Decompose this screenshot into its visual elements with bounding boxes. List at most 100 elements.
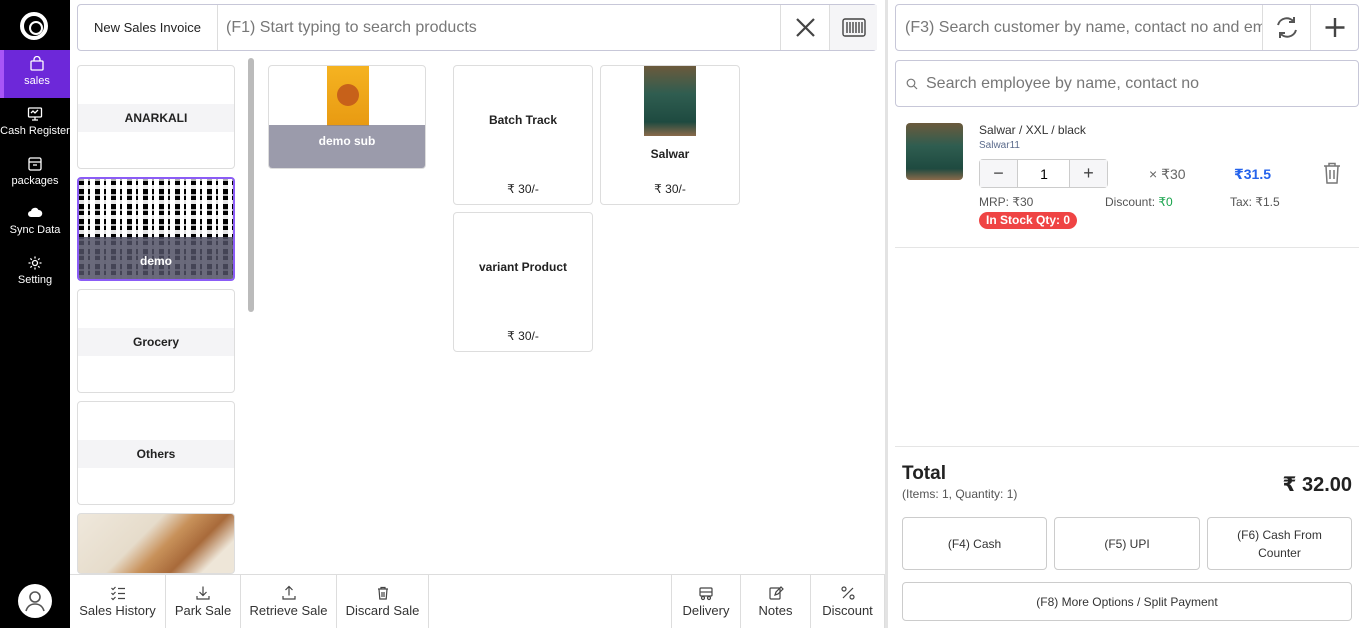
box-icon	[28, 157, 42, 171]
remove-item-button[interactable]	[1322, 161, 1342, 185]
cart-item-name: Salwar / XXL / black	[979, 123, 1086, 137]
product-name: variant Product	[478, 260, 568, 274]
subcategory-label: demo sub	[269, 125, 425, 168]
plus-icon	[1325, 18, 1345, 37]
mrp-value: ₹30	[1012, 195, 1034, 209]
quantity-input[interactable]	[1019, 160, 1069, 187]
customer-search-bar	[895, 4, 1359, 51]
button-label: Sales History	[79, 603, 156, 618]
cash-from-counter-button[interactable]: (F6) Cash From Counter	[1207, 517, 1352, 570]
discount-label: Discount:	[1105, 195, 1156, 209]
add-customer-button[interactable]	[1310, 5, 1358, 50]
category-label: Grocery	[78, 328, 234, 356]
product-price: ₹ 30/-	[507, 329, 539, 343]
sidebar-item-label: Setting	[17, 274, 53, 286]
sidebar-item-cash-register[interactable]: Cash Register	[0, 100, 70, 148]
clear-search-button[interactable]	[780, 5, 829, 50]
customer-search-input[interactable]	[896, 5, 1262, 50]
mrp-row: MRP: ₹30	[979, 195, 1033, 209]
sidebar-item-packages[interactable]: packages	[0, 150, 70, 198]
trash-icon	[1324, 162, 1340, 184]
employee-search-input[interactable]	[926, 61, 1346, 106]
category-card-anarkali[interactable]: ANARKALI	[77, 65, 235, 169]
new-sales-invoice-button[interactable]: New Sales Invoice	[78, 5, 218, 50]
sidebar-item-setting[interactable]: Setting	[0, 249, 70, 297]
refresh-customer-button[interactable]	[1262, 5, 1310, 50]
product-card-variant-product[interactable]: variant Product ₹ 30/-	[453, 212, 593, 352]
product-price: ₹ 30/-	[654, 182, 686, 196]
mrp-label: MRP:	[979, 195, 1009, 209]
download-icon	[196, 586, 210, 600]
category-card-others[interactable]: Others	[77, 401, 235, 505]
sidebar: sales Cash Register packages Sync Data S…	[0, 0, 70, 628]
more-options-split-payment-button[interactable]: (F8) More Options / Split Payment	[902, 582, 1352, 621]
edit-note-icon	[768, 586, 784, 600]
product-card-batch-track[interactable]: Batch Track ₹ 30/-	[453, 65, 593, 205]
sidebar-item-sales[interactable]: sales	[0, 50, 70, 98]
upload-icon	[281, 585, 296, 600]
category-card-grocery[interactable]: Grocery	[77, 289, 235, 393]
product-name: Batch Track	[488, 113, 558, 127]
product-search-input[interactable]	[218, 5, 780, 50]
category-card-rice-image[interactable]	[77, 513, 235, 574]
cart-item-line-total: ₹31.5	[1234, 166, 1271, 182]
gear-icon	[28, 256, 42, 270]
button-label: Discard Sale	[345, 603, 420, 618]
button-label: Park Sale	[174, 603, 232, 618]
delivery-button[interactable]: Delivery	[671, 575, 741, 628]
button-label: Delivery	[682, 603, 730, 618]
product-price: ₹ 30/-	[507, 182, 539, 196]
product-image	[644, 66, 696, 136]
user-avatar[interactable]	[18, 584, 52, 618]
discount-button[interactable]: Discount	[811, 575, 885, 628]
category-scrollbar[interactable]	[248, 58, 254, 312]
tax-row: Tax: ₹1.5	[1230, 195, 1280, 209]
sidebar-item-label: packages	[11, 175, 59, 187]
total-amount: ₹ 32.00	[1282, 474, 1352, 496]
panel-divider[interactable]	[885, 0, 888, 628]
total-label: Total	[902, 463, 946, 484]
sidebar-item-label: Cash Register	[0, 125, 70, 137]
shopping-bag-icon	[30, 56, 44, 71]
product-card-salwar[interactable]: Salwar ₹ 30/-	[600, 65, 740, 205]
category-label: Others	[78, 440, 234, 468]
decrease-quantity-button[interactable]: −	[980, 160, 1018, 187]
subcategory-card-demo-sub[interactable]: demo sub	[268, 65, 426, 169]
category-label: ANARKALI	[78, 104, 234, 132]
retrieve-sale-button[interactable]: Retrieve Sale	[241, 575, 337, 628]
search-icon	[906, 78, 918, 90]
button-label: Retrieve Sale	[249, 603, 328, 618]
barcode-icon	[842, 18, 866, 37]
quantity-stepper: − +	[979, 159, 1108, 188]
close-icon	[796, 18, 815, 37]
product-search-bar: New Sales Invoice	[77, 4, 877, 51]
truck-icon	[699, 587, 713, 601]
barcode-scan-button[interactable]	[829, 5, 877, 50]
discount-row: Discount: ₹0	[1105, 195, 1173, 209]
notes-button[interactable]: Notes	[741, 575, 811, 628]
sidebar-item-label: sales	[24, 75, 50, 87]
cart-item-sku: Salwar11	[979, 140, 1020, 151]
trash-icon	[377, 586, 388, 600]
button-label: Notes	[758, 603, 793, 618]
cart-item-image	[906, 123, 963, 180]
cash-payment-button[interactable]: (F4) Cash	[902, 517, 1047, 570]
increase-quantity-button[interactable]: +	[1069, 160, 1107, 187]
app-logo	[20, 12, 48, 40]
upi-payment-button[interactable]: (F5) UPI	[1054, 517, 1200, 570]
cloud-sync-icon	[28, 207, 43, 217]
sidebar-item-label: Sync Data	[9, 224, 61, 236]
bottom-toolbar: Sales History Park Sale Retrieve Sale Di…	[70, 574, 885, 628]
monitor-icon	[27, 107, 43, 121]
cart-item: Salwar / XXL / black Salwar11 − + × ₹30 …	[895, 115, 1359, 248]
discard-sale-button[interactable]: Discard Sale	[337, 575, 429, 628]
category-card-demo[interactable]: demo	[77, 177, 235, 281]
park-sale-button[interactable]: Park Sale	[166, 575, 241, 628]
summary-divider	[895, 446, 1359, 447]
sidebar-item-sync-data[interactable]: Sync Data	[0, 199, 70, 247]
refresh-icon	[1277, 17, 1297, 38]
button-label: Discount	[822, 603, 873, 618]
tax-value: ₹1.5	[1255, 195, 1280, 209]
total-items-summary: (Items: 1, Quantity: 1)	[902, 487, 1018, 501]
sales-history-button[interactable]: Sales History	[70, 575, 166, 628]
